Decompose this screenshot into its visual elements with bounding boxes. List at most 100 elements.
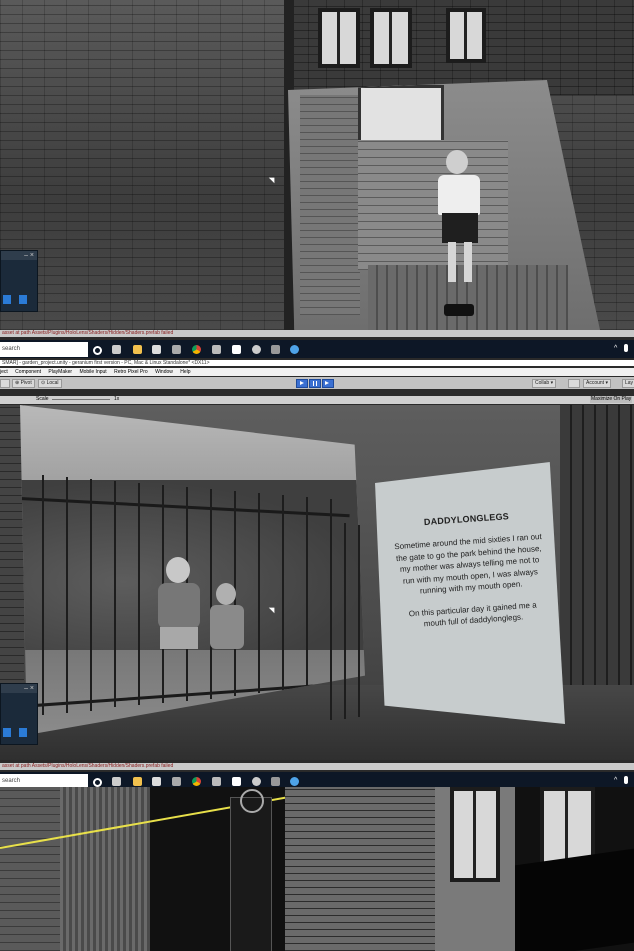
tray-chevron-icon[interactable]: ^ — [614, 777, 617, 784]
mini-window-close-icon[interactable]: – × — [1, 684, 37, 693]
vlc-icon[interactable] — [172, 345, 181, 354]
taskbar-search-text: search — [2, 778, 21, 784]
tray-chevron-icon[interactable]: ^ — [614, 345, 617, 352]
fence-bar — [66, 477, 68, 713]
story-paragraph-2: On this particular day it gained me a mo… — [408, 599, 537, 629]
app-icon[interactable] — [212, 345, 221, 354]
menu-item-retro-pixel-pro[interactable]: Retro Pixel Pro — [114, 369, 148, 375]
fence-bar — [258, 493, 260, 693]
mini-window-button[interactable] — [19, 728, 27, 737]
mini-window-button[interactable] — [3, 728, 11, 737]
store-icon[interactable] — [152, 777, 161, 786]
mini-window-close-icon[interactable]: – × — [1, 251, 37, 260]
mini-window-button[interactable] — [3, 295, 11, 304]
fence-bar — [90, 479, 92, 711]
fence-bar — [282, 495, 284, 691]
mini-window[interactable]: – × — [0, 250, 38, 312]
mini-window[interactable]: – × — [0, 683, 38, 745]
settings-icon[interactable] — [271, 777, 280, 786]
mic-icon[interactable] — [624, 776, 628, 784]
layers-button[interactable]: Lay — [622, 379, 634, 388]
photo-child-head — [216, 583, 236, 605]
photo-brick-wall — [358, 140, 508, 270]
fence-bar — [42, 475, 44, 715]
fence-bar — [330, 520, 332, 720]
game-view-upper[interactable]: – × — [0, 0, 634, 330]
fence-bar — [210, 489, 212, 699]
menu-item-help[interactable]: Help — [180, 369, 190, 375]
pause-button[interactable] — [309, 379, 321, 388]
left-wall — [0, 787, 60, 951]
photo-panel-boy — [288, 80, 600, 330]
app-icon[interactable] — [290, 777, 299, 786]
mini-window-button[interactable] — [19, 295, 27, 304]
collab-button[interactable]: Collab ▾ — [532, 379, 557, 388]
menu-item-component[interactable]: Component — [15, 369, 41, 375]
console-status[interactable]: asset at path Assets/Plugins/HoloLens/Sh… — [0, 763, 634, 770]
store-icon[interactable] — [152, 345, 161, 354]
pivot-button[interactable]: ⊕ Pivot — [12, 379, 35, 388]
menu-item-window[interactable]: Window — [155, 369, 173, 375]
scale-slider[interactable] — [52, 399, 110, 400]
cloud-icon[interactable] — [568, 379, 580, 388]
settings-icon[interactable] — [271, 345, 280, 354]
mouse-cursor-icon — [268, 174, 278, 184]
mic-icon[interactable] — [624, 344, 628, 352]
cortana-icon[interactable] — [93, 778, 102, 787]
unity-icon[interactable] — [232, 777, 241, 786]
menu-item-project[interactable]: ject — [0, 369, 8, 375]
console-status[interactable]: asset at path Assets/Plugins/HoloLens/Sh… — [0, 330, 634, 337]
scene-view-lower[interactable] — [0, 787, 634, 951]
collab-label: Collab — [535, 380, 550, 386]
fence-bar — [344, 523, 346, 719]
brick-wall — [285, 787, 435, 951]
app-icon[interactable] — [290, 345, 299, 354]
account-label: Account — [586, 380, 605, 386]
task-view-icon[interactable] — [112, 345, 121, 354]
gizmo-handle-icon[interactable] — [240, 789, 264, 813]
console-status-text: asset at path Assets/Plugins/HoloLens/Sh… — [2, 763, 174, 769]
rect-tool-button[interactable] — [0, 379, 10, 388]
chrome-icon[interactable] — [192, 345, 201, 354]
taskbar-search[interactable]: search — [0, 342, 88, 357]
maximize-on-play-toggle[interactable]: Maximize On Play — [590, 396, 633, 403]
file-explorer-icon[interactable] — [133, 345, 142, 354]
story-panel-content: DADDYLONGLEGS Sometime around the mid si… — [391, 509, 548, 632]
photo-child-body — [158, 583, 200, 629]
unity-menu-bar: ject Component PlayMaker Mobile Input Re… — [0, 368, 634, 376]
menu-item-playmaker[interactable]: PlayMaker — [48, 369, 72, 375]
photo-boy-shoes — [444, 304, 474, 316]
play-button[interactable] — [296, 379, 308, 388]
file-explorer-icon[interactable] — [133, 777, 142, 786]
photo-child-head — [166, 557, 190, 583]
story-paragraph-1: Sometime around the mid sixties I ran ou… — [394, 531, 542, 596]
cortana-icon[interactable] — [93, 346, 102, 355]
photo-boy-leg — [464, 242, 472, 282]
unity-title-bar: SMAR] - garden_project.unity - geranium … — [0, 360, 634, 366]
story-title: DADDYLONGLEGS — [423, 511, 510, 528]
step-icon — [325, 381, 329, 385]
menu-item-mobile-input[interactable]: Mobile Input — [79, 369, 106, 375]
black-panel — [515, 848, 634, 951]
pause-icon — [313, 381, 317, 386]
account-button[interactable]: Account ▾ — [583, 379, 611, 388]
unity-icon[interactable] — [232, 345, 241, 354]
game-view-main[interactable]: DADDYLONGLEGS Sometime around the mid si… — [0, 405, 634, 760]
task-view-icon[interactable] — [112, 777, 121, 786]
unity-title: SMAR] - garden_project.unity - geranium … — [2, 360, 210, 366]
photo-boy-shirt — [438, 175, 480, 215]
chrome-icon[interactable] — [192, 777, 201, 786]
local-button[interactable]: ⊙ Local — [38, 379, 62, 388]
fence-bar — [358, 525, 360, 717]
steam-icon[interactable] — [252, 777, 261, 786]
app-icon[interactable] — [212, 777, 221, 786]
scale-value: 1x — [114, 396, 120, 402]
steam-icon[interactable] — [252, 345, 261, 354]
game-view-bar: Scale 1x Maximize On Play — [0, 396, 634, 404]
photo-boy-head — [446, 150, 468, 174]
photo-brick-wall — [300, 95, 360, 315]
vlc-icon[interactable] — [172, 777, 181, 786]
photo-boy-shorts — [442, 213, 478, 243]
fence-bar — [114, 481, 116, 707]
step-button[interactable] — [322, 379, 334, 388]
